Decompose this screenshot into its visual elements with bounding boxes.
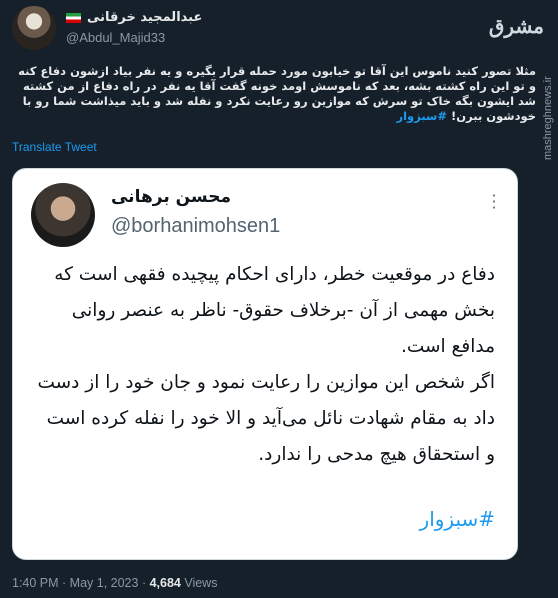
views-count[interactable]: 4,684 bbox=[150, 576, 181, 590]
author-avatar[interactable] bbox=[12, 6, 56, 50]
quoted-author-handle[interactable]: @borhanimohsen1 bbox=[111, 215, 280, 238]
tweet-meta: 1:40 PM · May 1, 2023 · 4,684 Views bbox=[12, 576, 217, 590]
quoted-tweet-body: دفاع در موقعیت خطر، دارای احکام پیچیده ف… bbox=[37, 264, 496, 465]
translate-tweet-link[interactable]: Translate Tweet bbox=[12, 140, 97, 154]
brand-logo: مشرق bbox=[488, 14, 544, 38]
iran-flag-icon bbox=[66, 12, 81, 23]
quoted-tweet-card[interactable]: محسن برهانی @borhanimohsen1 · · · دفاع در … bbox=[12, 168, 518, 560]
quoted-author-name[interactable]: محسن برهانی bbox=[111, 187, 231, 207]
meta-separator: · bbox=[58, 576, 70, 590]
quoted-tweet-hashtag[interactable]: #سبزوار bbox=[35, 507, 495, 531]
tweet-body: مثلا تصور کنید ناموس این آقا تو خیابون م… bbox=[18, 64, 536, 123]
author-name[interactable]: عبدالمجید خرقانی bbox=[87, 10, 202, 25]
tweet-date[interactable]: May 1, 2023 bbox=[70, 576, 139, 590]
more-vertical-icon[interactable]: · · · bbox=[489, 188, 499, 216]
meta-separator: · bbox=[138, 576, 150, 590]
views-label: Views bbox=[180, 576, 218, 590]
tweet-hashtag[interactable]: #سبزوار bbox=[397, 109, 448, 123]
author-handle[interactable]: @Abdul_Majid33 bbox=[66, 30, 165, 45]
side-watermark: mashreghnews.ir bbox=[542, 76, 554, 160]
tweet-time[interactable]: 1:40 PM bbox=[12, 576, 59, 590]
quoted-author-avatar[interactable] bbox=[31, 183, 95, 247]
tweet-text: مثلا تصور کنید ناموس این آقا تو خیابون م… bbox=[12, 64, 536, 124]
author-name-row[interactable]: عبدالمجید خرقانی bbox=[66, 10, 202, 25]
